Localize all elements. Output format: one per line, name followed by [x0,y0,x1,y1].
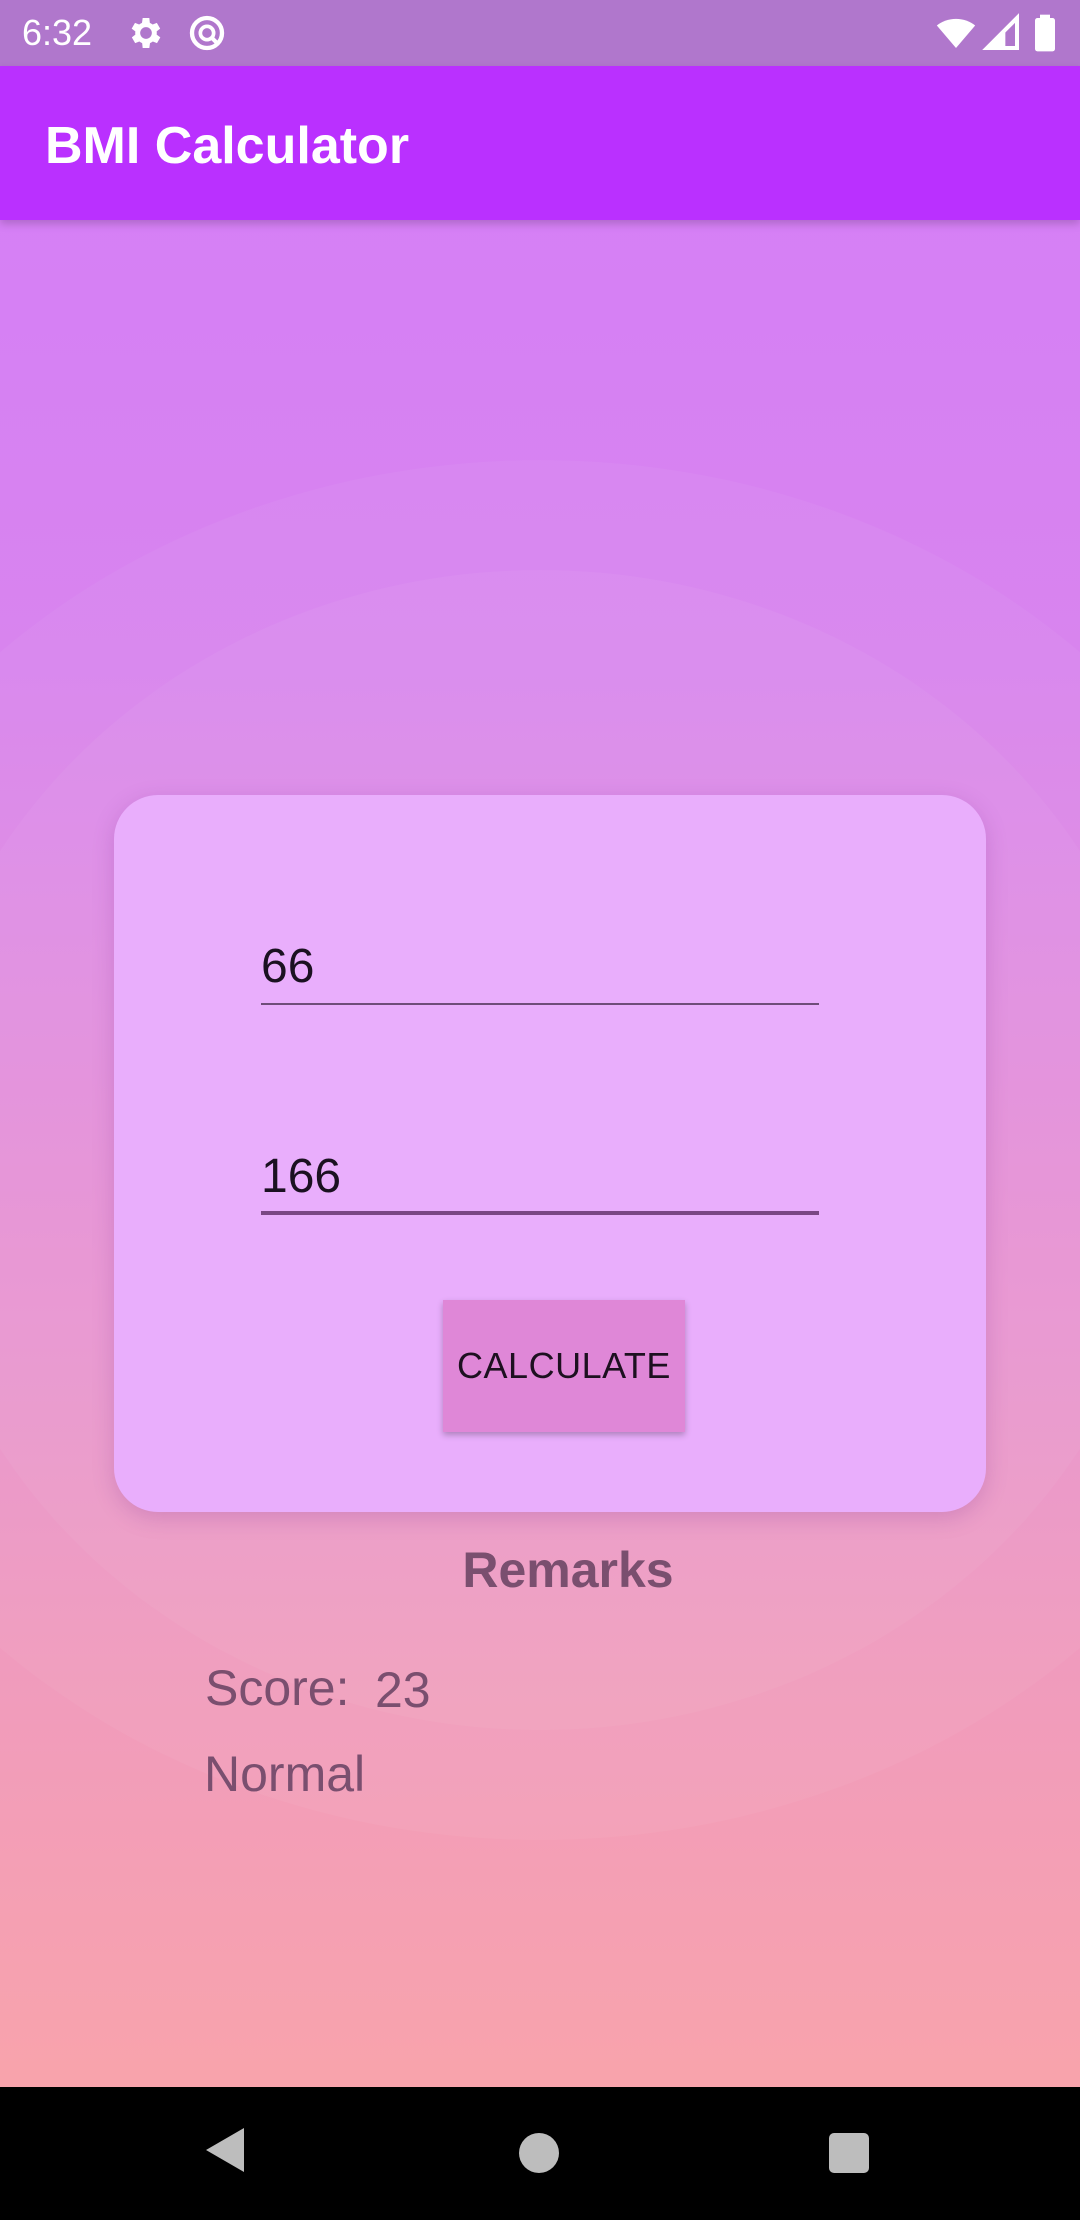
back-icon[interactable] [206,2128,244,2172]
weight-field[interactable]: 66 [261,935,819,1005]
score-value: 23 [375,1662,431,1718]
status-bar: 6:32 [0,0,1080,66]
data-saver-icon [189,15,225,51]
height-underline [261,1211,819,1215]
weight-value[interactable]: 66 [261,939,314,995]
app-bar: BMI Calculator [0,66,1080,220]
height-value[interactable]: 166 [261,1149,341,1205]
battery-icon [1035,14,1055,52]
remarks-heading: Remarks [462,1542,674,1598]
home-icon[interactable] [519,2133,559,2173]
cell-signal-icon [982,13,1019,50]
bmi-input-card: 66 166 CALCULATE [114,795,986,1512]
calculate-button[interactable]: CALCULATE [443,1300,685,1432]
bmi-category: Normal [204,1746,366,1802]
recents-icon[interactable] [829,2133,869,2173]
gear-icon [131,18,161,48]
wifi-icon [936,18,976,48]
weight-underline [261,1003,819,1005]
bmi-calculator-screen: 6:32 BMI Calculator 66 166 CALCULATE Rem… [0,0,1080,2220]
app-title: BMI Calculator [45,117,410,175]
status-time: 6:32 [22,12,93,53]
score-label: Score: [205,1660,350,1716]
height-field[interactable]: 166 [261,1145,819,1215]
